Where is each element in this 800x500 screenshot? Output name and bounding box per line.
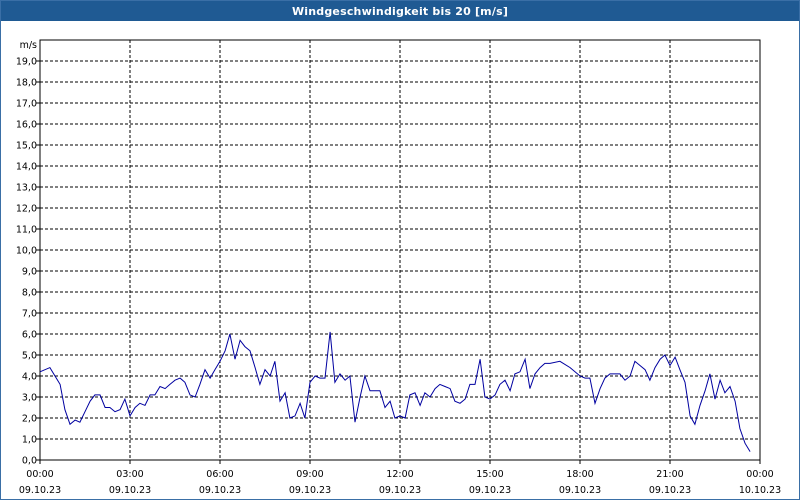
x-tick-label-time: 12:00 [386, 469, 413, 480]
x-tick-label-date: 09.10.23 [289, 485, 331, 496]
x-tick-label-date: 09.10.23 [199, 485, 241, 496]
wind-speed-line [39, 331, 751, 452]
x-tick-label-date: 09.10.23 [109, 485, 151, 496]
x-tick-label-date: 09.10.23 [379, 485, 421, 496]
y-tick-label: 6,0 [22, 330, 37, 341]
y-tick-label: 3,0 [22, 393, 37, 404]
y-tick-label: 14,0 [16, 162, 37, 173]
x-tick-label-date: 09.10.23 [559, 485, 601, 496]
y-tick-label: 11,0 [16, 225, 37, 236]
x-tick-label-date: 09.10.23 [19, 485, 61, 496]
y-axis-label: m/s [20, 40, 37, 51]
chart-window: Windgeschwindigkeit bis 20 [m/s] 0,0 1,0 2… [0, 0, 800, 500]
x-tick-label-date: 09.10.23 [649, 485, 691, 496]
y-tick-label: 13,0 [16, 183, 37, 194]
label-layer: 0,0 1,0 2,0 3,0 4,0 5,0 6,0 7,0 8,0 9,0 10,0 11,0 12… [16, 40, 781, 496]
y-tick-label: 12,0 [16, 204, 37, 215]
x-tick-label-time: 21:00 [656, 469, 683, 480]
y-tick-label: 8,0 [22, 288, 37, 299]
x-tick-label-date: 09.10.23 [469, 485, 511, 496]
x-tick-label-time: 09:00 [296, 469, 323, 480]
y-tick-label: 2,0 [22, 414, 37, 425]
x-tick-label-time: 18:00 [566, 469, 593, 480]
y-tick-label: 5,0 [22, 351, 37, 362]
y-tick-label: 7,0 [22, 309, 37, 320]
x-tick-label-time: 06:00 [206, 469, 233, 480]
y-tick-label: 4,0 [22, 372, 37, 383]
y-tick-label: 9,0 [22, 267, 37, 278]
x-tick-label-time: 15:00 [476, 469, 503, 480]
x-tick-label-time: 00:00 [746, 469, 773, 480]
y-tick-label: 0,0 [22, 456, 37, 467]
x-tick-label-time: 03:00 [116, 469, 143, 480]
y-tick-label: 10,0 [16, 246, 37, 257]
wind-speed-chart: 0,0 1,0 2,0 3,0 4,0 5,0 6,0 7,0 8,0 9,0 10,0 11,0 12… [16, 39, 781, 496]
y-tick-label: 15,0 [16, 141, 37, 152]
x-tick-label-date: 10.10.23 [739, 485, 781, 496]
x-tick-label-time: 00:00 [26, 469, 53, 480]
y-tick-label: 1,0 [22, 435, 37, 446]
grid-layer [40, 40, 760, 460]
y-tick-label: 18,0 [16, 78, 37, 89]
y-tick-label: 19,0 [16, 57, 37, 68]
y-tick-label: 17,0 [16, 99, 37, 110]
y-tick-label: 16,0 [16, 120, 37, 131]
axis-layer [36, 39, 761, 464]
series-layer [39, 331, 751, 452]
